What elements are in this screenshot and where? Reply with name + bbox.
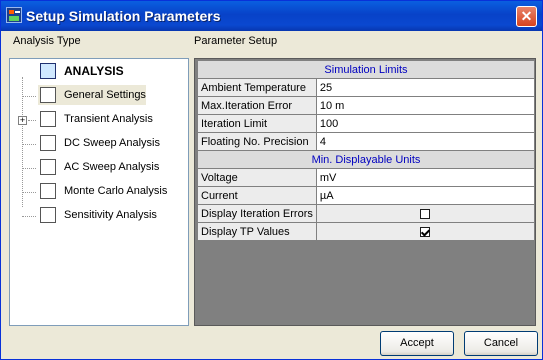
parameter-grid: Simulation Limits Ambient Temperature 25… (194, 58, 536, 326)
monte-carlo-icon (40, 183, 56, 199)
table-row: Display Iteration Errors (197, 204, 536, 223)
app-icon (6, 7, 22, 23)
display-iteration-errors-checkbox[interactable] (420, 208, 431, 219)
section-header-min-displayable-units: Min. Displayable Units (197, 150, 535, 169)
parameter-setup-label: Parameter Setup (194, 35, 278, 47)
param-name: Iteration Limit (197, 114, 317, 133)
sensitivity-icon (40, 207, 56, 223)
dc-sweep-icon (40, 135, 56, 151)
param-name: Display TP Values (197, 222, 317, 241)
table-row: Display TP Values (197, 222, 536, 241)
param-name: Voltage (197, 168, 317, 187)
ambient-temperature-field[interactable]: 25 (315, 78, 536, 97)
title-bar[interactable]: Setup Simulation Parameters ✕ (1, 1, 542, 31)
section-header-simulation-limits: Simulation Limits (197, 60, 535, 79)
floating-precision-field[interactable]: 4 (315, 132, 536, 151)
expand-transient-button[interactable]: + (18, 116, 27, 125)
cancel-button[interactable]: Cancel (464, 331, 538, 356)
display-tp-values-checkbox[interactable] (420, 226, 431, 237)
table-row: Iteration Limit 100 (197, 114, 536, 133)
iteration-limit-field[interactable]: 100 (315, 114, 536, 133)
tree-item-general-settings[interactable]: General Settings (38, 85, 146, 105)
analysis-icon (40, 63, 56, 79)
general-settings-icon (40, 87, 56, 103)
param-name: Max.Iteration Error (197, 96, 317, 115)
window-title: Setup Simulation Parameters (26, 8, 221, 24)
table-row: Floating No. Precision 4 (197, 132, 536, 151)
dialog-window: Setup Simulation Parameters ✕ Analysis T… (0, 0, 543, 360)
analysis-tree[interactable]: ANALYSIS General Settings + Transient An… (9, 58, 189, 326)
table-row: Max.Iteration Error 10 m (197, 96, 536, 115)
accept-button[interactable]: Accept (380, 331, 454, 356)
transient-analysis-icon (40, 111, 56, 127)
table-row: Ambient Temperature 25 (197, 78, 536, 97)
param-name: Ambient Temperature (197, 78, 317, 97)
param-name: Floating No. Precision (197, 132, 317, 151)
voltage-unit-field[interactable]: mV (315, 168, 536, 187)
table-row: Current µA (197, 186, 536, 205)
param-name: Display Iteration Errors (197, 204, 317, 223)
analysis-type-label: Analysis Type (13, 35, 81, 47)
table-row: Voltage mV (197, 168, 536, 187)
close-button[interactable]: ✕ (516, 6, 537, 27)
max-iteration-error-field[interactable]: 10 m (315, 96, 536, 115)
current-unit-field[interactable]: µA (315, 186, 536, 205)
ac-sweep-icon (40, 159, 56, 175)
param-name: Current (197, 186, 317, 205)
